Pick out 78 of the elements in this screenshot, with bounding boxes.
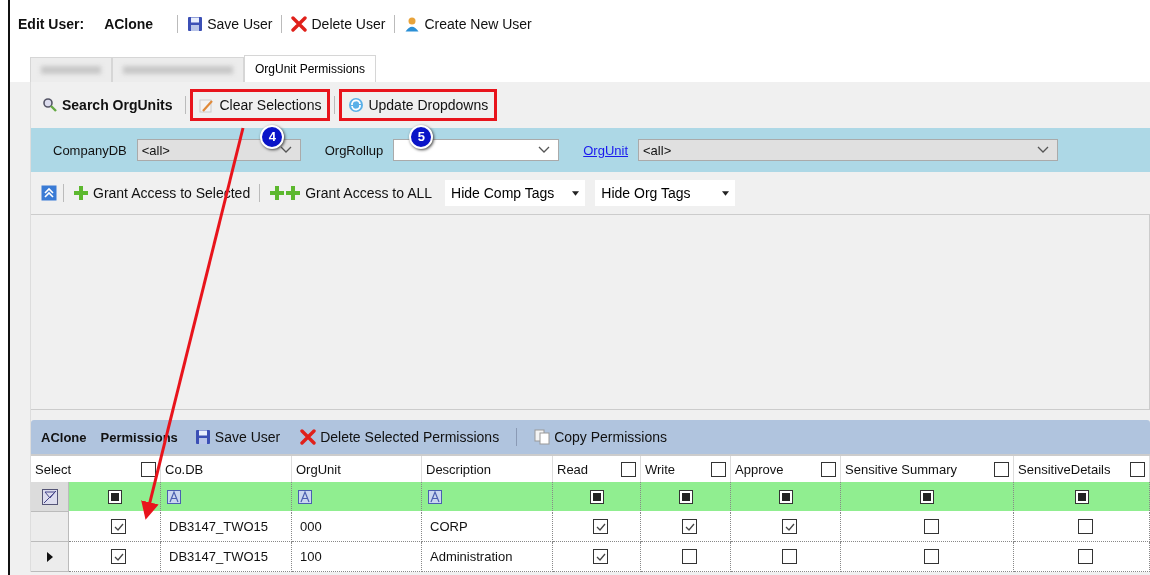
checkbox[interactable] — [141, 461, 156, 477]
filter-label: OrgRollup — [324, 142, 384, 158]
toolbar-button[interactable]: Update Dropdowns — [345, 94, 492, 115]
toolbar-button[interactable]: Grant Access to ALL — [266, 183, 436, 203]
filter-label: CompanyDB — [53, 142, 127, 158]
indeterminate-checkbox[interactable] — [778, 489, 793, 504]
table-cell: DB3147_TWO15 — [161, 512, 292, 542]
toolbar-button[interactable]: Save User — [184, 14, 276, 34]
indeterminate-checkbox[interactable] — [678, 489, 693, 504]
table-cell: DB3147_TWO15 — [161, 542, 292, 572]
delete-icon — [291, 16, 308, 32]
checked-checkbox[interactable] — [782, 519, 797, 534]
tab[interactable]: OrgUnit Permissions — [244, 55, 377, 82]
table-cell: Administration — [422, 542, 553, 572]
delete-icon — [300, 429, 317, 445]
filter-cell[interactable] — [731, 482, 841, 511]
toolbar-button[interactable]: Search OrgUnits — [39, 94, 176, 115]
edit-user-label: Edit User: — [18, 16, 85, 32]
checkbox[interactable] — [821, 461, 836, 477]
table-cell: 100 — [292, 542, 422, 572]
pencil-icon — [199, 96, 216, 113]
checkbox[interactable] — [682, 549, 697, 564]
checkbox[interactable] — [711, 461, 726, 477]
collapse-up-icon[interactable] — [41, 185, 57, 201]
toolbar-button[interactable]: Create New User — [401, 14, 535, 34]
table-cell: CORP — [422, 512, 553, 542]
toolbar-button[interactable]: Save User — [191, 427, 284, 447]
checked-checkbox[interactable] — [111, 519, 126, 534]
indeterminate-checkbox[interactable] — [589, 489, 604, 504]
indeterminate-checkbox[interactable] — [920, 489, 934, 504]
checkbox[interactable] — [923, 519, 939, 534]
search-icon — [42, 96, 58, 113]
row-header[interactable] — [31, 542, 69, 572]
filter-clear-icon[interactable] — [41, 488, 58, 505]
current-row-icon — [46, 551, 53, 562]
caret-icon — [722, 190, 730, 196]
dropdown-button[interactable]: Hide Org Tags — [595, 180, 736, 206]
filter-cell[interactable] — [641, 482, 731, 511]
double-plus-icon — [269, 185, 302, 201]
user-name: AClone — [104, 16, 154, 32]
dropdown-field[interactable] — [393, 139, 560, 161]
indeterminate-checkbox[interactable] — [107, 489, 122, 504]
filter-cell[interactable] — [1014, 482, 1150, 511]
filter-cell[interactable] — [841, 482, 1014, 511]
caret-icon — [572, 190, 580, 196]
step-number-badge: 5 — [409, 124, 434, 149]
step-number-badge: 4 — [260, 124, 285, 149]
filter-cell[interactable] — [292, 482, 422, 511]
checkbox[interactable] — [1078, 519, 1093, 534]
toolbar-button[interactable]: Copy Permissions — [531, 427, 670, 447]
checkbox[interactable] — [994, 461, 1009, 477]
checked-checkbox[interactable] — [111, 549, 126, 564]
checkbox[interactable] — [1130, 461, 1145, 477]
filter-cell[interactable] — [161, 482, 292, 511]
text-filter-icon[interactable] — [167, 489, 181, 504]
checkbox[interactable] — [782, 549, 797, 564]
checkbox[interactable] — [923, 549, 939, 564]
chevron-down-icon[interactable] — [538, 146, 551, 154]
filter-cell[interactable] — [553, 482, 641, 511]
table-cell: 000 — [292, 512, 422, 542]
checked-checkbox[interactable] — [593, 549, 608, 564]
dropdown-button[interactable]: Hide Comp Tags — [445, 180, 586, 206]
text-filter-icon[interactable] — [298, 489, 312, 504]
toolbar-button[interactable]: Clear Selections — [196, 94, 325, 115]
plus-icon — [73, 185, 89, 201]
text-filter-icon[interactable] — [428, 489, 442, 504]
filter-cell[interactable] — [69, 482, 161, 511]
toolbar-button[interactable]: Delete User — [288, 14, 389, 34]
checkbox[interactable] — [621, 461, 636, 477]
toolbar-button[interactable]: Delete Selected Permissions — [297, 427, 503, 447]
filter-cell[interactable] — [422, 482, 553, 511]
checkbox[interactable] — [1078, 549, 1093, 564]
checked-checkbox[interactable] — [593, 519, 608, 534]
indeterminate-checkbox[interactable] — [1074, 489, 1089, 504]
refresh-icon — [348, 96, 365, 113]
checked-checkbox[interactable] — [682, 519, 697, 534]
user-icon — [404, 16, 421, 32]
copy-icon — [534, 429, 551, 445]
